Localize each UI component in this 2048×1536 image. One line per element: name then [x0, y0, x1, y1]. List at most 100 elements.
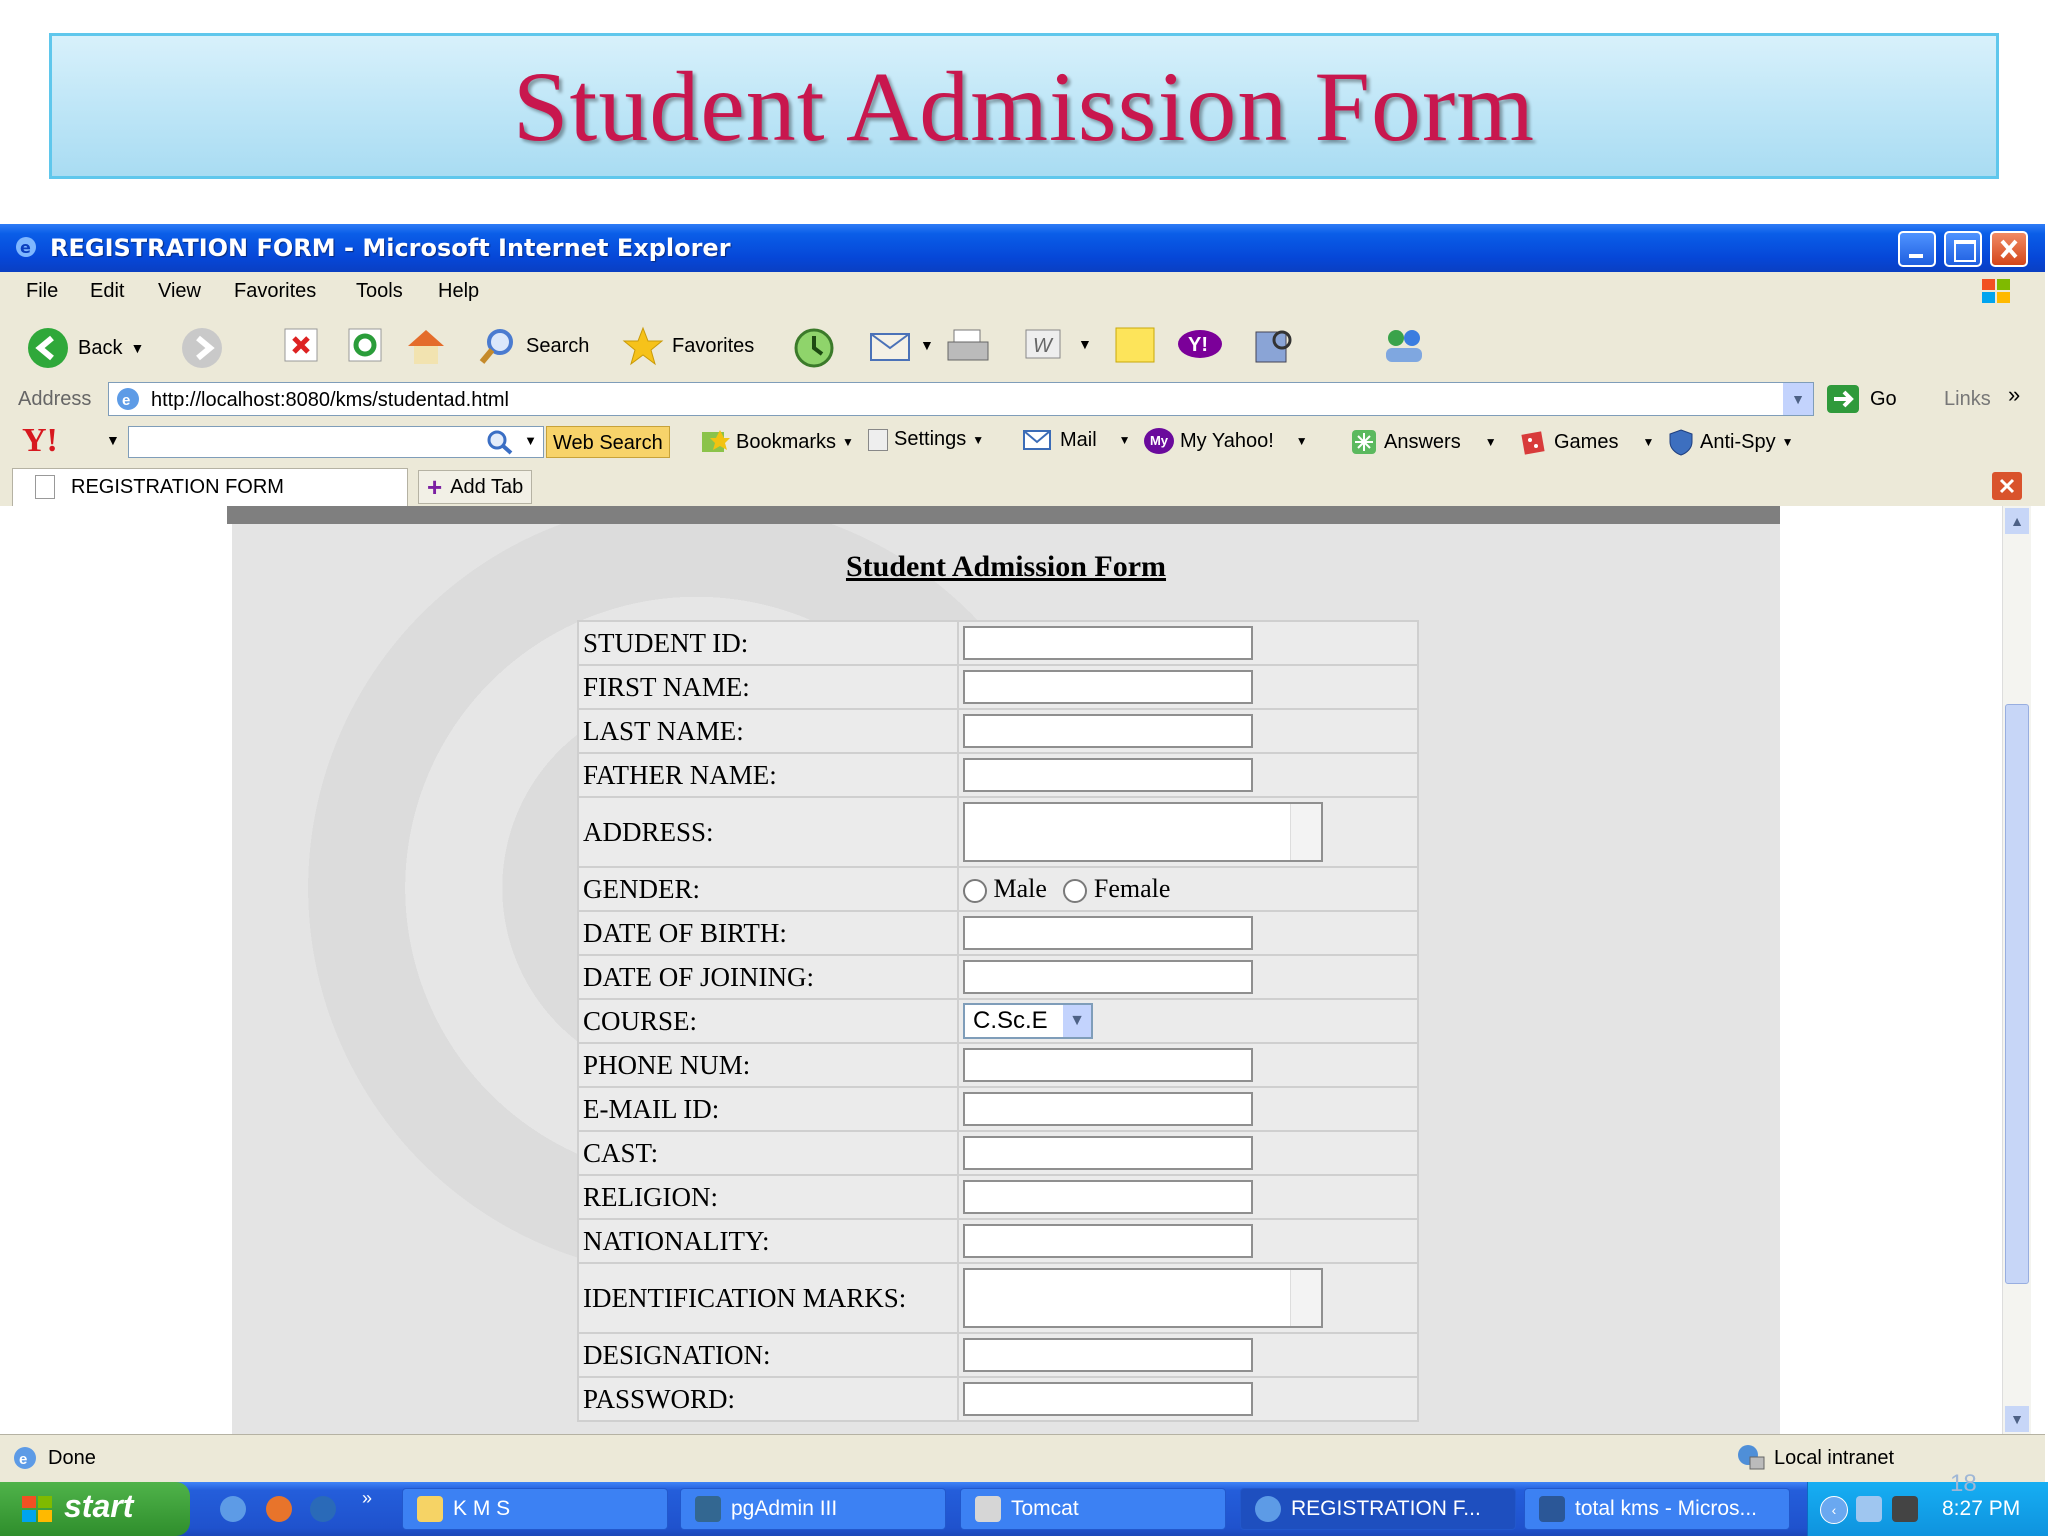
tomcat-icon — [975, 1496, 1001, 1522]
scroll-down-button[interactable]: ▼ — [2005, 1406, 2029, 1432]
settings-menu[interactable]: Settings ▼ — [868, 428, 984, 451]
task-registration-form[interactable]: REGISTRATION F... — [1240, 1488, 1516, 1530]
menu-view[interactable]: View — [158, 280, 201, 303]
yahoo-button[interactable]: Y! — [1176, 326, 1232, 362]
anti-spy-menu[interactable]: Anti-Spy ▼ — [1668, 428, 1793, 456]
task-tomcat[interactable]: Tomcat — [960, 1488, 1226, 1530]
close-tab-button[interactable] — [1992, 472, 2022, 500]
address-textarea[interactable] — [963, 802, 1323, 862]
date-of-joining-input[interactable] — [963, 960, 1253, 994]
tab-registration-form[interactable]: REGISTRATION FORM — [12, 468, 408, 506]
my-yahoo-menu[interactable]: My My Yahoo! ▼ — [1144, 428, 1308, 454]
page-icon — [35, 475, 55, 499]
password-input[interactable] — [963, 1382, 1253, 1416]
task-label: total kms - Micros... — [1575, 1497, 1758, 1520]
task-pgadmin[interactable]: pgAdmin III — [680, 1488, 946, 1530]
close-button[interactable] — [1990, 231, 2028, 267]
course-select[interactable]: C.Sc.E ▼ — [963, 1003, 1093, 1039]
tab-label: REGISTRATION FORM — [71, 476, 284, 498]
first-name-input[interactable] — [963, 670, 1253, 704]
menu-favorites[interactable]: Favorites — [234, 280, 316, 303]
tray-expand-icon[interactable]: ‹ — [1820, 1496, 1848, 1524]
nationality-input[interactable] — [963, 1224, 1253, 1258]
table-row: RELIGION: — [577, 1174, 1419, 1220]
chevron-right-icon[interactable]: » — [2008, 382, 2020, 408]
minimize-button[interactable] — [1898, 231, 1936, 267]
go-button[interactable]: Go — [1826, 384, 1897, 414]
windows-flag-icon — [22, 1496, 52, 1522]
refresh-button[interactable] — [346, 326, 384, 364]
dropdown-icon[interactable]: ▼ — [920, 337, 934, 353]
chevron-down-icon[interactable]: ▼ — [1063, 1005, 1091, 1037]
add-tab-label: Add Tab — [450, 475, 524, 498]
add-tab-button[interactable]: + Add Tab — [418, 470, 533, 504]
scroll-up-button[interactable]: ▲ — [2005, 508, 2029, 534]
firefox-quicklaunch-icon[interactable] — [266, 1496, 292, 1522]
gender-male-radio[interactable] — [963, 879, 987, 904]
yahoo-logo-icon[interactable]: Y! — [22, 422, 58, 460]
forward-button[interactable] — [180, 326, 224, 370]
home-button[interactable] — [404, 326, 448, 366]
print-button[interactable] — [944, 326, 992, 366]
history-button[interactable] — [792, 326, 836, 370]
start-button[interactable]: start — [0, 1482, 190, 1536]
designation-input[interactable] — [963, 1338, 1253, 1372]
stop-button[interactable] — [282, 326, 320, 364]
menu-tools[interactable]: Tools — [356, 280, 403, 303]
dropdown-icon[interactable]: ▼ — [524, 433, 537, 448]
mail-button[interactable]: ▼ — [868, 326, 934, 364]
dropdown-icon[interactable]: ▼ — [106, 432, 120, 448]
cast-input[interactable] — [963, 1136, 1253, 1170]
gender-female-radio[interactable] — [1063, 879, 1088, 904]
identification-marks-textarea[interactable] — [963, 1268, 1323, 1328]
date-of-birth-input[interactable] — [963, 916, 1253, 950]
title-bar[interactable]: e REGISTRATION FORM - Microsoft Internet… — [0, 224, 2045, 272]
bookmarks-menu[interactable]: Bookmarks ▼ — [700, 428, 854, 456]
printer-icon — [947, 329, 989, 361]
messenger-quicklaunch-icon[interactable] — [310, 1496, 336, 1522]
research-button[interactable] — [1252, 326, 1296, 366]
religion-input[interactable] — [963, 1180, 1253, 1214]
menu-file[interactable]: File — [26, 280, 58, 303]
messenger-button[interactable] — [1380, 326, 1428, 366]
address-dropdown-button[interactable]: ▼ — [1783, 383, 1813, 415]
yahoo-search-input[interactable]: ▼ — [128, 426, 544, 458]
chevron-right-icon[interactable]: » — [362, 1488, 372, 1509]
elephant-icon — [695, 1496, 721, 1522]
answers-menu[interactable]: Answers ▼ — [1350, 428, 1497, 456]
maximize-button[interactable] — [1944, 231, 1982, 267]
email-input[interactable] — [963, 1092, 1253, 1126]
network-tray-icon[interactable] — [1856, 1496, 1882, 1522]
menu-edit[interactable]: Edit — [90, 280, 124, 303]
menu-help[interactable]: Help — [438, 280, 479, 303]
phone-num-input[interactable] — [963, 1048, 1253, 1082]
volume-tray-icon[interactable] — [1892, 1496, 1918, 1522]
textarea-scrollbar[interactable] — [1290, 1270, 1321, 1326]
links-label[interactable]: Links — [1944, 388, 1991, 411]
dropdown-icon[interactable]: ▼ — [1078, 336, 1092, 352]
ie-quicklaunch-icon[interactable] — [220, 1496, 246, 1522]
back-button[interactable]: Back ▼ — [26, 326, 144, 370]
magnifier-icon[interactable] — [485, 429, 515, 455]
task-word[interactable]: total kms - Micros... — [1524, 1488, 1790, 1530]
edit-word-button[interactable]: W ▼ — [1024, 326, 1092, 362]
student-id-input[interactable] — [963, 626, 1253, 660]
scrollbar-thumb[interactable] — [2005, 704, 2029, 1284]
search-button[interactable]: Search — [478, 326, 589, 366]
favorites-button[interactable]: Favorites — [622, 326, 754, 366]
textarea-scrollbar[interactable] — [1290, 804, 1321, 860]
task-kms[interactable]: K M S — [402, 1488, 668, 1530]
standard-toolbar: Back ▼ Search Favorites ▼ W ▼ Y! — [0, 308, 2045, 379]
vertical-scrollbar[interactable]: ▲ ▼ — [2002, 506, 2031, 1434]
dropdown-icon[interactable]: ▼ — [130, 340, 144, 356]
table-row: E-MAIL ID: — [577, 1086, 1419, 1132]
father-name-input[interactable] — [963, 758, 1253, 792]
last-name-input[interactable] — [963, 714, 1253, 748]
address-field[interactable]: e http://localhost:8080/kms/studentad.ht… — [108, 382, 1814, 416]
task-label: K M S — [453, 1497, 511, 1520]
svg-text:e: e — [122, 392, 130, 409]
web-search-button[interactable]: Web Search — [546, 426, 670, 458]
games-menu[interactable]: Games ▼ — [1520, 428, 1654, 456]
mail-menu[interactable]: Mail ▼ — [1022, 428, 1131, 452]
notes-button[interactable] — [1114, 326, 1156, 364]
